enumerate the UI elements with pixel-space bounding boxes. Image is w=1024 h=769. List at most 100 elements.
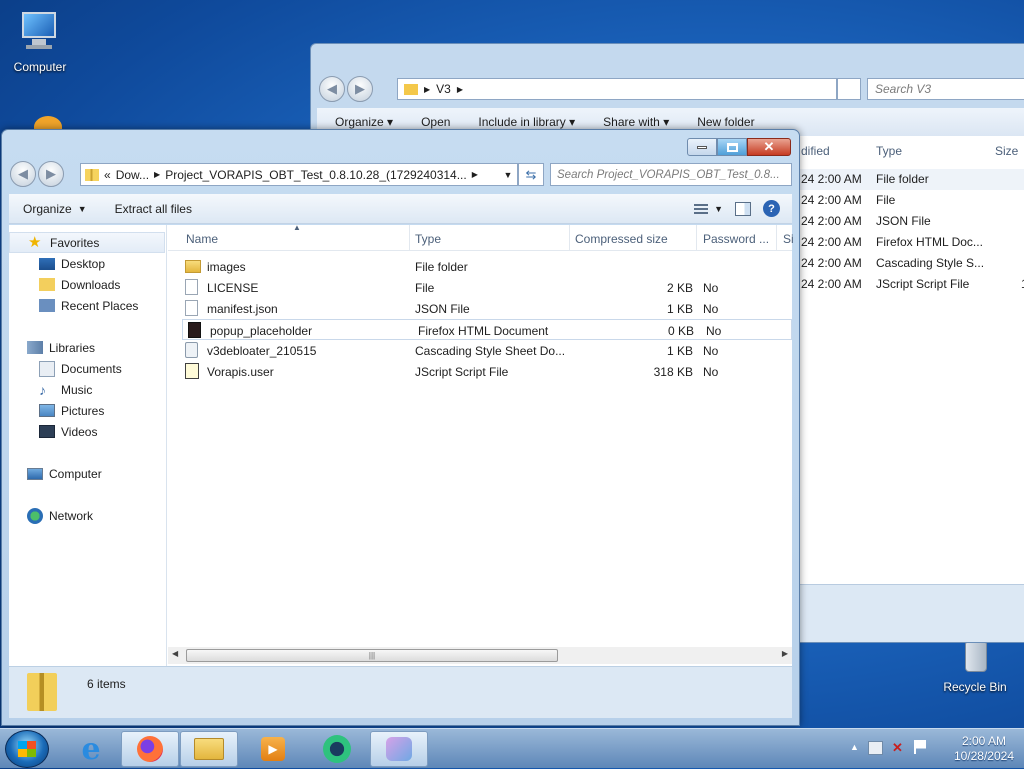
preview-pane-button[interactable]: [735, 201, 751, 216]
view-options-button[interactable]: ▼: [694, 203, 723, 214]
col-compressed-size[interactable]: Compressed size: [575, 232, 668, 246]
file-cell-type: Firefox HTML Document: [418, 324, 549, 338]
extract-all-button[interactable]: Extract all files: [101, 202, 206, 216]
back-organize-button[interactable]: Organize ▾: [335, 115, 393, 129]
back-cell-type: File folder: [876, 172, 929, 186]
taskbar-app-green[interactable]: [308, 731, 366, 767]
back-col-size[interactable]: Size: [995, 144, 1018, 158]
search-input[interactable]: Search Project_VORAPIS_OBT_Test_0.8...: [550, 163, 792, 186]
nav-libraries[interactable]: Libraries: [9, 337, 166, 358]
back-share-button[interactable]: Share with ▾: [603, 115, 669, 129]
address-bar[interactable]: « Dow... ▶ Project_VORAPIS_OBT_Test_0.8.…: [80, 163, 518, 186]
address-segment-project[interactable]: Project_VORAPIS_OBT_Test_0.8.10.28_(1729…: [165, 168, 467, 182]
help-button[interactable]: ?: [763, 200, 780, 217]
horizontal-scrollbar[interactable]: ◀ ||| ▶: [168, 647, 792, 664]
back-col-modified[interactable]: dified: [801, 144, 830, 158]
scroll-left-icon[interactable]: ◀: [172, 649, 178, 658]
back-address-bar[interactable]: ▶ V3 ▶: [397, 78, 837, 100]
col-size[interactable]: Si: [783, 232, 794, 246]
file-row[interactable]: manifest.json JSON File 1 KB No: [180, 298, 792, 319]
taskbar-media-player[interactable]: ▶: [244, 731, 302, 767]
file-cell-password: No: [703, 281, 719, 295]
col-password[interactable]: Password ...: [703, 232, 769, 246]
desktop-icon-computer[interactable]: Computer: [0, 8, 80, 74]
scroll-right-icon[interactable]: ▶: [782, 649, 788, 658]
network-tray-icon[interactable]: [868, 741, 883, 755]
chevron-right-icon: ▶: [154, 170, 161, 179]
chevron-down-icon: ▼: [77, 203, 87, 214]
forward-button[interactable]: ▶: [38, 161, 64, 187]
col-type[interactable]: Type: [415, 232, 441, 246]
refresh-icon: ⇆: [525, 166, 537, 182]
start-button[interactable]: [5, 730, 49, 768]
file-row[interactable]: LICENSE File 2 KB No: [180, 277, 792, 298]
file-cell-password: No: [703, 344, 719, 358]
back-forward-button[interactable]: ▶: [347, 76, 373, 102]
file-row[interactable]: popup_placeholder Firefox HTML Document 0 …: [182, 319, 792, 340]
scrollbar-thumb[interactable]: |||: [186, 649, 558, 662]
nav-documents[interactable]: Documents: [9, 358, 166, 379]
taskbar-app-pink[interactable]: [370, 731, 428, 767]
back-open-button[interactable]: Open: [421, 115, 450, 129]
nav-videos[interactable]: Videos: [9, 421, 166, 442]
nav-favorites[interactable]: ★ Favorites: [9, 232, 165, 253]
file-cell-name: v3debloater_210515: [207, 344, 317, 358]
address-overflow[interactable]: «: [104, 168, 111, 182]
explorer-window[interactable]: ✕ ◀ ▶ « Dow... ▶ Project_VORAPIS_OBT_Tes…: [1, 129, 800, 726]
taskbar-explorer[interactable]: [180, 731, 238, 767]
clock[interactable]: 2:00 AM 10/28/2024: [954, 734, 1014, 764]
nav-desktop[interactable]: Desktop: [9, 253, 166, 274]
css-file-icon: [185, 342, 198, 358]
file-cell-name: Vorapis.user: [207, 365, 274, 379]
address-segment-downloads[interactable]: Dow...: [116, 168, 149, 182]
volume-muted-icon[interactable]: ✕: [892, 740, 903, 756]
file-cell-type: File folder: [415, 260, 468, 274]
computer-icon: [16, 8, 64, 56]
nav-recent-places[interactable]: Recent Places: [9, 295, 166, 316]
close-button[interactable]: ✕: [747, 138, 791, 156]
media-player-icon: ▶: [261, 737, 285, 761]
back-button[interactable]: ◀: [10, 161, 36, 187]
zip-folder-icon: [85, 168, 99, 181]
nav-network[interactable]: Network: [9, 505, 166, 526]
taskbar-ie[interactable]: e: [62, 731, 120, 767]
file-row[interactable]: v3debloater_210515 Cascading Style Sheet …: [180, 340, 792, 361]
close-icon: ✕: [763, 139, 775, 154]
back-refresh-button[interactable]: [837, 78, 861, 100]
nav-favorites-label: Favorites: [50, 235, 100, 250]
organize-button[interactable]: Organize ▼: [9, 202, 101, 216]
taskbar-firefox[interactable]: [121, 731, 179, 767]
nav-documents-label: Documents: [61, 361, 122, 376]
back-col-type[interactable]: Type: [876, 144, 902, 158]
file-row[interactable]: Vorapis.user JScript Script File 318 KB No: [180, 361, 792, 382]
pictures-icon: [39, 404, 55, 417]
chevron-down-icon[interactable]: ▼: [499, 164, 517, 185]
back-back-button[interactable]: ◀: [319, 76, 345, 102]
nav-computer[interactable]: Computer: [9, 463, 166, 484]
chevron-right-icon: ▶: [456, 84, 463, 94]
nav-downloads[interactable]: Downloads: [9, 274, 166, 295]
nav-music[interactable]: ♪ Music: [9, 379, 166, 400]
minimize-button[interactable]: [687, 138, 717, 156]
back-search-input[interactable]: Search V3: [867, 78, 1024, 100]
nav-music-label: Music: [61, 382, 93, 397]
desktop-icon-recycle-bin[interactable]: Recycle Bin: [935, 640, 1015, 694]
nav-downloads-label: Downloads: [61, 277, 121, 292]
maximize-button[interactable]: [717, 138, 747, 156]
action-center-flag-icon[interactable]: [914, 740, 926, 754]
back-include-library-button[interactable]: Include in library ▾: [478, 115, 575, 129]
maximize-icon: [726, 142, 738, 152]
back-path-segment[interactable]: V3: [436, 82, 451, 96]
file-cell-name: popup_placeholder: [210, 324, 313, 338]
show-hidden-icons-icon[interactable]: ▲: [850, 742, 859, 752]
refresh-button[interactable]: ⇆: [518, 163, 544, 186]
nav-pictures[interactable]: Pictures: [9, 400, 166, 421]
back-cell-type: Firefox HTML Doc...: [876, 235, 983, 249]
internet-explorer-icon: e: [81, 731, 101, 767]
file-row[interactable]: images File folder: [180, 256, 792, 277]
col-name[interactable]: Name: [186, 232, 218, 246]
file-cell-compressed: 318 KB: [653, 365, 693, 379]
help-icon: ?: [768, 202, 775, 215]
back-new-folder-button[interactable]: New folder: [697, 115, 754, 129]
firefox-icon: [137, 736, 163, 762]
